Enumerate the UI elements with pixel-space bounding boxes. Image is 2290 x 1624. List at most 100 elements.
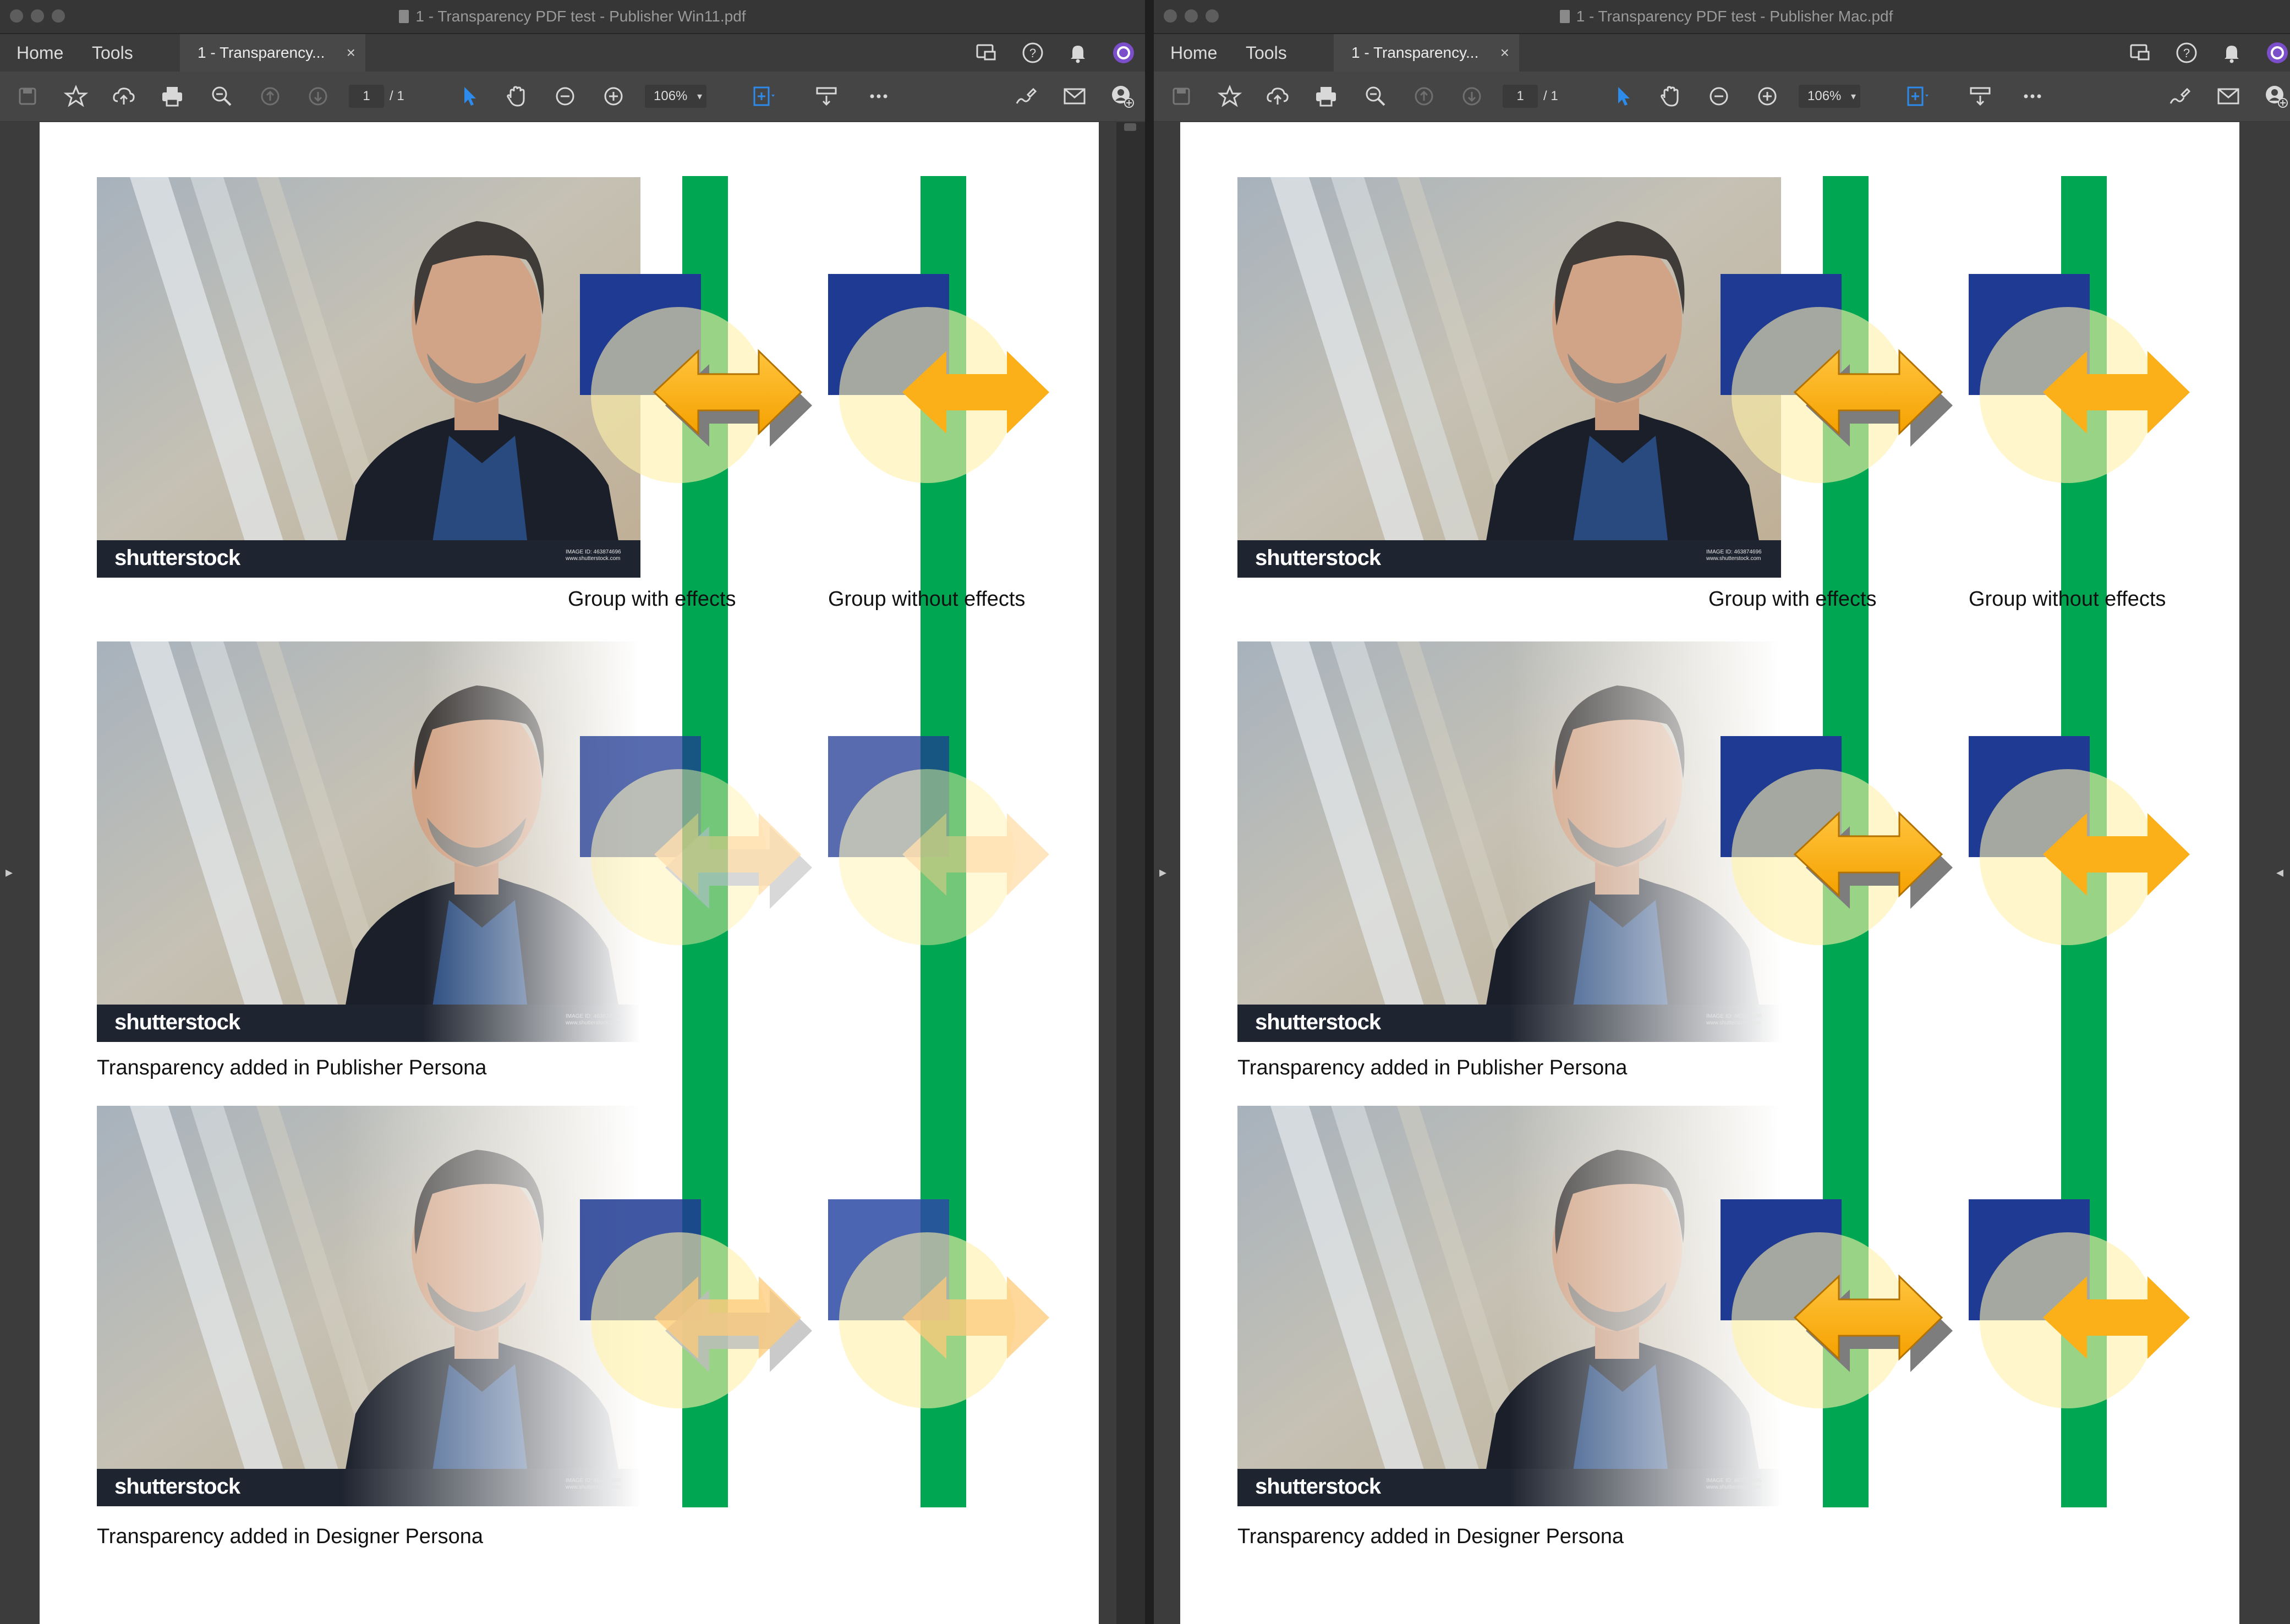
home-tab[interactable]: Home <box>1170 34 1217 72</box>
email-icon[interactable] <box>1061 83 1088 110</box>
account-icon[interactable] <box>2265 41 2289 65</box>
tools-tab[interactable]: Tools <box>92 34 133 72</box>
shutterstock-watermark: shutterstock <box>114 1010 240 1034</box>
zoom-in-icon[interactable] <box>600 83 627 110</box>
caption-group-with-effects: Group with effects <box>568 588 736 611</box>
help-icon[interactable]: ? <box>2174 41 2199 65</box>
more-icon[interactable] <box>865 83 892 110</box>
scroll-mode-icon[interactable] <box>813 83 840 110</box>
caption-publisher-persona: Transparency added in Publisher Persona <box>97 1056 487 1079</box>
window-divider <box>1145 0 1154 1624</box>
document-tab[interactable]: 1 - Transparency... × <box>180 34 365 72</box>
sign-icon[interactable] <box>1012 83 1040 110</box>
zoom-level-select[interactable]: 106% ▾ <box>1799 85 1860 108</box>
document-icon <box>399 10 409 23</box>
page-number-input[interactable]: 1 <box>349 85 384 108</box>
bookmark-star-icon[interactable] <box>1216 83 1243 110</box>
zoom-level-select[interactable]: 106% ▾ <box>645 85 706 108</box>
photo-row2-fade <box>97 641 640 1042</box>
page-artwork <box>1237 176 2190 1507</box>
window-title: 1 - Transparency PDF test - Publisher Ma… <box>1154 6 2290 28</box>
row3-graphic-b <box>828 1199 1049 1408</box>
group-with-effects-graphic <box>1719 273 1954 484</box>
toolbar: 1 / 1 106% ▾ <box>0 72 1145 122</box>
save-icon[interactable] <box>14 83 41 110</box>
hand-icon[interactable] <box>1657 83 1684 110</box>
close-tab-icon[interactable]: × <box>1500 34 1509 72</box>
photo-row1 <box>97 177 640 578</box>
share-screen-icon[interactable] <box>2128 41 2152 65</box>
account-icon[interactable] <box>1111 41 1136 65</box>
left-panel-toggle[interactable]: ▸ <box>6 864 13 881</box>
print-icon[interactable] <box>158 83 186 110</box>
pdf-page: shutterstock shutterstock shutterstock I… <box>1180 122 2239 1624</box>
caption-designer-persona: Transparency added in Designer Persona <box>97 1525 483 1548</box>
row2-graphic-a <box>1719 735 1954 946</box>
document-tab[interactable]: 1 - Transparency... × <box>1334 34 1519 72</box>
window-title: 1 - Transparency PDF test - Publisher Wi… <box>0 6 1145 28</box>
prev-page-icon[interactable] <box>256 83 284 110</box>
title-bar: 1 - Transparency PDF test - Publisher Ma… <box>1154 0 2290 34</box>
close-tab-icon[interactable]: × <box>347 34 355 72</box>
home-tab[interactable]: Home <box>17 34 63 72</box>
pdf-window-win11: 1 - Transparency PDF test - Publisher Wi… <box>0 0 1145 1624</box>
row3-graphic-a <box>1719 1198 1954 1409</box>
share-screen-icon[interactable] <box>974 41 998 65</box>
window-title-text: 1 - Transparency PDF test - Publisher Wi… <box>415 8 746 25</box>
chevron-down-icon: ▾ <box>1850 91 1856 102</box>
left-panel-toggle[interactable]: ▸ <box>1159 864 1166 881</box>
tools-tab[interactable]: Tools <box>1246 34 1287 72</box>
hand-icon[interactable] <box>503 83 530 110</box>
zoom-out-icon[interactable] <box>551 83 579 110</box>
add-user-icon[interactable] <box>2262 83 2290 110</box>
help-icon[interactable]: ? <box>1021 41 1045 65</box>
page-artwork <box>97 176 1049 1507</box>
row2-graphic-b <box>1969 736 2190 945</box>
shutterstock-watermark: shutterstock <box>1255 1474 1381 1499</box>
shutterstock-watermark: shutterstock <box>114 546 240 570</box>
prev-page-icon[interactable] <box>1410 83 1438 110</box>
bookmark-star-icon[interactable] <box>62 83 90 110</box>
svg-text:?: ? <box>2183 46 2190 60</box>
fit-page-icon[interactable] <box>1903 83 1931 110</box>
bell-icon[interactable] <box>1066 41 1090 65</box>
toolbar: 1 / 1 106% ▾ <box>1154 72 2290 122</box>
group-without-effects-graphic <box>828 274 1049 483</box>
photo-row3-fade <box>1237 1106 1781 1506</box>
right-panel-toggle[interactable]: ◂ <box>2276 864 2283 881</box>
scrollbar[interactable] <box>1116 122 1145 1624</box>
zoom-search-icon[interactable] <box>208 83 235 110</box>
zoom-in-icon[interactable] <box>1754 83 1781 110</box>
fit-page-icon[interactable] <box>749 83 777 110</box>
upload-cloud-icon[interactable] <box>1264 83 1291 110</box>
caption-group-with-effects: Group with effects <box>1708 588 1877 611</box>
bell-icon[interactable] <box>2220 41 2244 65</box>
save-icon[interactable] <box>1168 83 1195 110</box>
sign-icon[interactable] <box>2166 83 2194 110</box>
email-icon[interactable] <box>2215 83 2242 110</box>
scrollbar-thumb[interactable] <box>1124 123 1136 131</box>
upload-cloud-icon[interactable] <box>110 83 138 110</box>
caption-publisher-persona: Transparency added in Publisher Persona <box>1237 1056 1628 1079</box>
add-user-icon[interactable] <box>1109 83 1136 110</box>
zoom-search-icon[interactable] <box>1362 83 1389 110</box>
select-arrow-icon[interactable] <box>456 83 483 110</box>
svg-text:?: ? <box>1029 46 1036 60</box>
row2-graphic-a <box>580 736 812 945</box>
print-icon[interactable] <box>1312 83 1340 110</box>
photo-row1 <box>1237 177 1781 578</box>
scroll-mode-icon[interactable] <box>1966 83 1994 110</box>
group-with-effects-graphic <box>580 274 812 483</box>
window-title-text: 1 - Transparency PDF test - Publisher Ma… <box>1576 8 1893 25</box>
select-arrow-icon[interactable] <box>1609 83 1637 110</box>
next-page-icon[interactable] <box>304 83 332 110</box>
image-id: IMAGE ID: 463874696 www.shutterstock.com <box>1706 549 1762 562</box>
page-number-input[interactable]: 1 <box>1503 85 1538 108</box>
image-id: IMAGE ID: 463874696 www.shutterstock.com <box>566 1013 621 1026</box>
zoom-out-icon[interactable] <box>1705 83 1733 110</box>
image-id: IMAGE ID: 463874696 www.shutterstock.com <box>566 1478 621 1490</box>
more-icon[interactable] <box>2019 83 2046 110</box>
tab-bar: Home Tools 1 - Transparency... × ? <box>1154 34 2290 72</box>
title-bar: 1 - Transparency PDF test - Publisher Wi… <box>0 0 1145 34</box>
next-page-icon[interactable] <box>1458 83 1486 110</box>
